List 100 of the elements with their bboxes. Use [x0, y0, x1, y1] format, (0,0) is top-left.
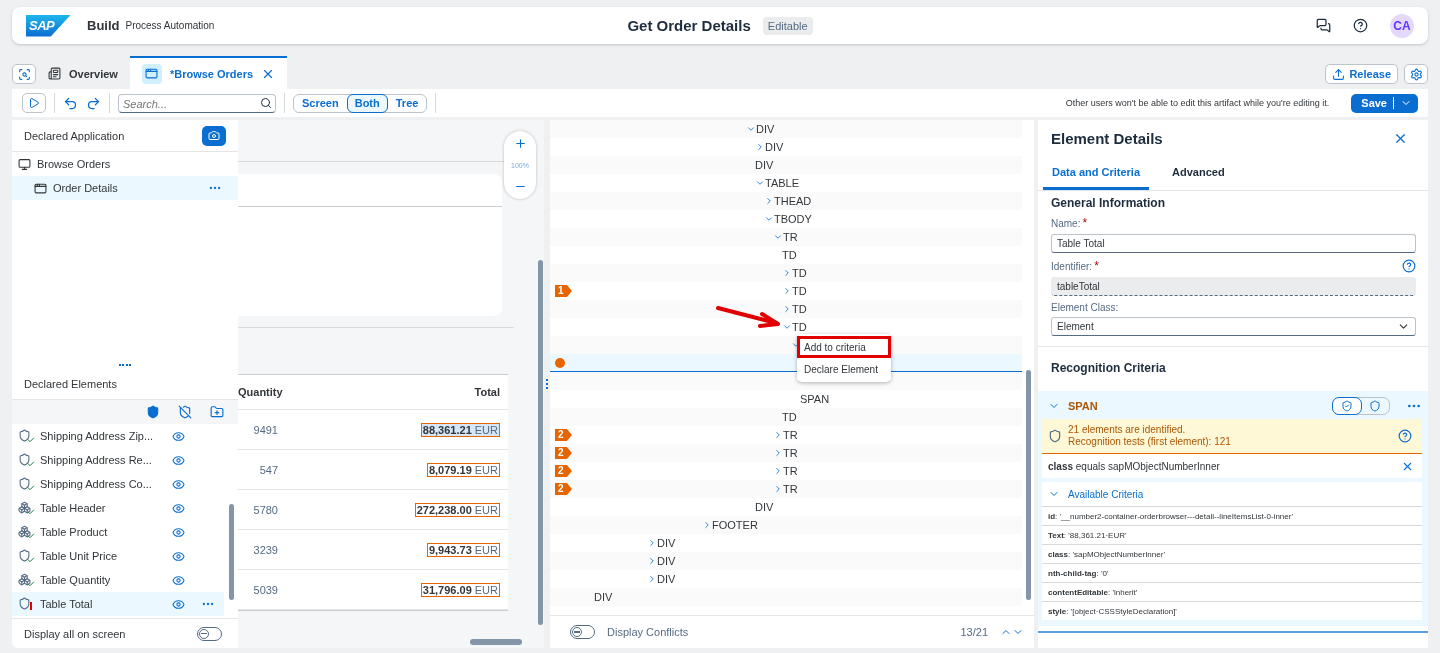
highlighted-total[interactable]: 8,079.19 EUR	[426, 462, 500, 477]
tab[interactable]: Advanced	[1163, 160, 1234, 190]
tree-node[interactable]: THEAD	[774, 195, 812, 207]
panel-title: Declared Elements	[24, 377, 117, 390]
table-cell-text: 5039	[252, 583, 278, 596]
release-button[interactable]: Release	[1325, 64, 1398, 84]
tree-node[interactable]: DIV	[755, 159, 774, 171]
highlighted-total[interactable]: 272,238.00 EUR	[414, 502, 500, 517]
select-field[interactable]: Element	[1051, 317, 1416, 336]
tree-node[interactable]: DIV	[756, 123, 775, 135]
section-title: Recognition Criteria	[1051, 361, 1167, 375]
element-item[interactable]: Table Total	[12, 592, 224, 616]
tree-row[interactable]: FOOTER	[550, 516, 1022, 534]
highlighted-total[interactable]: 9,943.73 EUR	[426, 542, 500, 557]
menu-item[interactable]: Add to criteria	[797, 336, 891, 358]
table-cell-text: 5780	[252, 503, 278, 516]
element-item[interactable]: Table Product	[12, 520, 224, 544]
tab[interactable]: Overview	[36, 56, 130, 89]
product-name: Build	[87, 18, 120, 33]
highlighted-total[interactable]: 88,361.21 EUR	[420, 422, 500, 437]
tree-row[interactable]: TR	[550, 228, 1022, 246]
tree-row[interactable]: DIV	[550, 552, 1022, 570]
count-badge: 2	[555, 483, 572, 495]
tree-node[interactable]: DIV	[765, 141, 784, 153]
tree-row[interactable]: DIV	[550, 156, 1022, 174]
tree-row[interactable]: TD	[550, 408, 1022, 426]
tree-row[interactable]: THEAD	[550, 192, 1022, 210]
tree-row[interactable]: DIV	[550, 588, 1022, 606]
element-item[interactable]: Shipping Address Zip...	[12, 424, 224, 448]
tree-node[interactable]: TD	[792, 303, 807, 315]
criterion-text[interactable]: nth-child-tag: '0'	[1048, 568, 1109, 578]
view-toggle[interactable]: Tree	[387, 93, 427, 113]
user-avatar[interactable]: CA	[1390, 13, 1414, 38]
match-counter: 13/21	[960, 626, 988, 638]
highlighted-total[interactable]: 31,796.09 EUR	[420, 582, 500, 597]
input-field[interactable]: Table Total	[1051, 234, 1416, 253]
tree-row[interactable]: TD	[550, 264, 1022, 282]
toggle-label: Display Conflicts	[607, 626, 689, 638]
table-cell-text: 3239	[252, 543, 278, 556]
criterion-text: class equals sapMObjectNumberInner	[1048, 460, 1220, 472]
table-cell-text: 547	[258, 463, 278, 476]
tree-node[interactable]: DIV	[657, 555, 676, 567]
element-tag: SPAN	[1068, 400, 1098, 412]
tree-node[interactable]: TD	[782, 249, 797, 261]
element-item[interactable]: Table Header	[12, 496, 224, 520]
element-item[interactable]: Shipping Address Re...	[12, 448, 224, 472]
tree-row[interactable]: 2 TR	[550, 444, 1022, 462]
count-badge: 1	[555, 285, 572, 297]
tree-node[interactable]: TBODY	[774, 213, 812, 225]
tree-node[interactable]: TR	[783, 231, 798, 243]
view-toggle[interactable]: Both	[346, 93, 388, 113]
section-title: General Information	[1051, 196, 1167, 210]
panel-title: Declared Application	[24, 129, 125, 142]
product-subtitle: Process Automation	[125, 20, 215, 31]
tree-node[interactable]: DIV	[657, 573, 676, 585]
tree-node[interactable]: DIV	[657, 537, 676, 549]
page-title: Get Order Details	[627, 17, 751, 34]
tree-node[interactable]: TABLE	[765, 177, 800, 189]
count-badge: 2	[555, 465, 572, 477]
criterion-text[interactable]: class: 'sapMObjectNumberInner'	[1048, 549, 1165, 559]
tree-node[interactable]: TD	[792, 267, 807, 279]
element-item[interactable]: Table Quantity	[12, 568, 224, 592]
column-header: Quantity	[238, 386, 283, 398]
toggle-label: Display all on screen	[24, 627, 126, 640]
tree-node[interactable]: DIV	[755, 501, 774, 513]
tree-node[interactable]: TR	[783, 465, 798, 477]
criterion-text[interactable]: id: '__number2-container-orderbrowser---detail--lineItemsList-0-inner'	[1048, 511, 1293, 521]
menu-item[interactable]: Declare Element	[797, 358, 891, 380]
criterion-text[interactable]: style: '[object·CSSStyleDeclaration]'	[1048, 606, 1177, 616]
count-badge: 2	[555, 447, 572, 459]
editing-notice: Other users won't be able to edit this artifact while you're editing it.	[1065, 98, 1330, 108]
tree-node[interactable]: DIV	[594, 591, 613, 603]
element-item[interactable]: Shipping Address Co...	[12, 472, 224, 496]
count-badge: 2	[555, 429, 572, 441]
tree-row[interactable]: TD	[550, 300, 1022, 318]
input-field[interactable]: tableTotal	[1051, 277, 1416, 296]
section-toggle[interactable]: Available Criteria	[1042, 482, 1150, 506]
tab[interactable]: *Browse Orders	[129, 56, 288, 89]
field-label: Element Class:	[1051, 302, 1119, 313]
tree-row[interactable]: DIV	[550, 120, 1022, 138]
application-item[interactable]: Order Details	[12, 176, 238, 200]
save-button[interactable]: Save	[1351, 93, 1418, 113]
tree-node[interactable]: TR	[783, 483, 798, 495]
tree-node[interactable]: TD	[792, 321, 807, 333]
tree-node[interactable]: FOOTER	[712, 519, 758, 531]
tree-node[interactable]: TD	[792, 285, 807, 297]
view-toggle[interactable]: Screen	[294, 93, 347, 113]
search-field[interactable]: Search...	[118, 94, 276, 113]
tab[interactable]: Data and Criteria	[1043, 160, 1150, 190]
tree-node[interactable]: TD	[782, 411, 797, 423]
column-header: Total	[474, 386, 500, 398]
element-item[interactable]: Table Unit Price	[12, 544, 224, 568]
application-item[interactable]: Browse Orders	[12, 152, 238, 176]
criterion-text[interactable]: contentEditable: 'inherit'	[1048, 587, 1138, 597]
tree-node[interactable]: TR	[783, 429, 798, 441]
tree-node[interactable]: SPAN	[800, 393, 830, 405]
tree-node[interactable]: TR	[783, 447, 798, 459]
table-cell-text: 9491	[252, 423, 278, 436]
tree-row[interactable]: 2 TR	[550, 480, 1022, 498]
criterion-text[interactable]: Text: '88,361.21·EUR'	[1048, 530, 1127, 540]
